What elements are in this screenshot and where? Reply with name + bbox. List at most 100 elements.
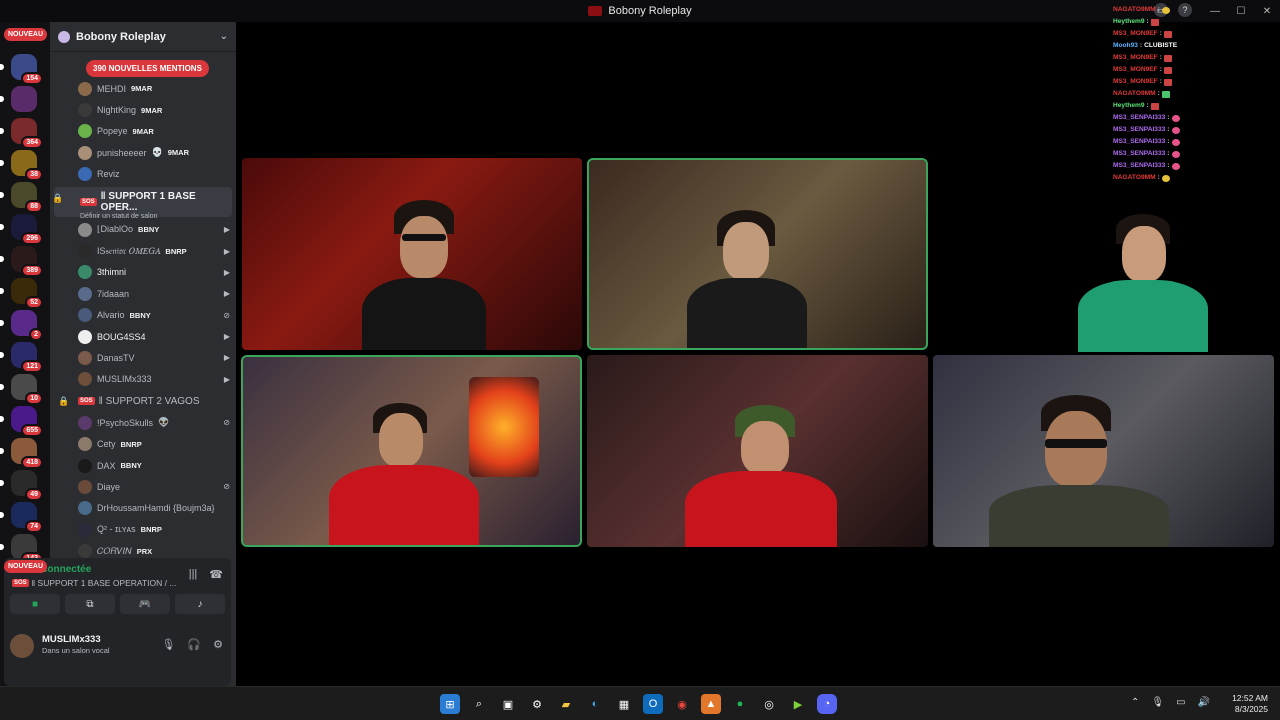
voice-member[interactable]: Diaye ⊘ <box>50 476 236 497</box>
server-icon[interactable]: 88 <box>0 182 43 213</box>
camera-icon: ▶ <box>223 353 230 363</box>
participant-face <box>379 413 423 467</box>
chat-sep: : <box>1139 42 1143 49</box>
server-icon[interactable] <box>0 86 37 112</box>
voice-member[interactable]: Alvario BBNY ⊘ <box>50 305 236 326</box>
avatar <box>78 222 92 237</box>
edge-icon[interactable]: ◐ <box>585 694 605 714</box>
server-icon[interactable]: 52 <box>0 278 43 309</box>
server-icon[interactable]: 296 <box>0 214 43 245</box>
user-panel: MUSLIMx333 Dans un salon vocal 🎙 🎧 ⚙ <box>4 630 231 664</box>
unread-pip <box>0 256 4 262</box>
activity-button[interactable]: 🎮 <box>120 594 170 614</box>
voice-member[interactable]: DAX BBNY <box>50 455 236 476</box>
server-icon[interactable]: 389 <box>0 246 43 277</box>
network-icon[interactable]: ▭ <box>1176 697 1185 708</box>
steam-icon[interactable]: ◎ <box>759 694 779 714</box>
video-tile-speaking[interactable] <box>241 355 582 547</box>
disconnect-icon[interactable]: ☎ <box>209 568 223 581</box>
voice-member[interactable]: MUSLIMx333 ▶ <box>50 369 236 390</box>
chevron-up-icon[interactable]: ⌃ <box>1131 697 1139 708</box>
voice-member[interactable]: ⌊DiablOo BBNY ▶ <box>50 219 236 240</box>
chrome-icon[interactable]: ◉ <box>672 694 692 714</box>
video-tile[interactable] <box>587 355 928 547</box>
emote-icon <box>1163 78 1172 86</box>
discord-icon[interactable]: ◔ <box>817 694 837 714</box>
server-icon[interactable]: 10 <box>0 374 43 405</box>
new-pill-top[interactable]: NOUVEAU <box>4 28 48 41</box>
video-tile[interactable] <box>1068 212 1218 352</box>
alien-icon: 👽 <box>158 417 170 428</box>
server-header[interactable]: Bobony Roleplay ⌄ <box>50 22 236 52</box>
video-tile[interactable] <box>242 158 582 350</box>
store-icon[interactable]: ▦ <box>614 694 634 714</box>
voice-channel[interactable]: 🔒 SOS ‖ SUPPORT 2 VAGOS <box>50 390 236 412</box>
deafened-icon: ⊘ <box>223 418 230 428</box>
task-view-icon[interactable]: ▣ <box>498 694 518 714</box>
server-icon[interactable]: 364 <box>0 118 43 149</box>
voice-member[interactable]: Popeye 9MAR <box>50 121 236 142</box>
microphone-tray-icon[interactable]: 🎙 <box>1151 697 1164 708</box>
voice-member[interactable]: NightKing 9MAR <box>50 99 236 120</box>
member-name: DAX <box>97 460 116 471</box>
avatar[interactable] <box>10 634 34 658</box>
outlook-icon[interactable]: O <box>643 694 663 714</box>
server-icon[interactable]: 418 <box>0 438 43 469</box>
server-icon[interactable]: 2 <box>0 310 43 341</box>
chat-user: MS3_SENPAI333 <box>1113 126 1166 133</box>
screen-share-button[interactable]: ⧉ <box>65 594 115 614</box>
file-explorer-icon[interactable]: ▰ <box>556 694 576 714</box>
video-tile[interactable] <box>933 355 1274 547</box>
server-icon[interactable]: 49 <box>0 470 43 501</box>
spotify-icon[interactable]: ● <box>730 694 750 714</box>
soundboard-button[interactable]: ♪ <box>175 594 225 614</box>
microphone-icon[interactable]: 🎙 <box>161 638 175 651</box>
voice-member[interactable]: BOUG4SS4 ▶ <box>50 326 236 347</box>
server-icon[interactable]: 38 <box>0 150 43 181</box>
server-icon[interactable]: 655 <box>0 406 43 437</box>
media-player-icon[interactable]: ▶ <box>788 694 808 714</box>
emote-icon <box>1171 114 1180 122</box>
voice-member[interactable]: punisheeeer 💀 9MAR <box>50 142 236 163</box>
participant-shirt <box>362 278 486 350</box>
user-name[interactable]: MUSLIMx333 <box>42 634 101 645</box>
member-name: Q² - ɪʟʏᴀꜱ <box>97 524 136 535</box>
member-name: Alvario <box>97 310 125 321</box>
app-icon[interactable]: ▲ <box>701 694 721 714</box>
avatar <box>78 244 92 259</box>
close-icon[interactable]: ✕ <box>1254 0 1280 22</box>
server-icon[interactable]: 121 <box>0 342 43 373</box>
voice-member[interactable]: 7idaaan ▶ <box>50 283 236 304</box>
video-tile-speaking[interactable] <box>587 158 928 350</box>
volume-icon[interactable]: 🔊 <box>1198 697 1210 708</box>
voice-member[interactable]: !PsychoSkulls 👽 ⊘ <box>50 412 236 433</box>
voice-member[interactable]: Cety BNRP <box>50 433 236 454</box>
mentions-pill[interactable]: 390 NOUVELLES MENTIONS <box>86 60 209 77</box>
voice-channel-active[interactable]: 🔒 SOS ‖ SUPPORT 1 BASE OPER... Définir un… <box>52 186 232 220</box>
member-name: 7idaaan <box>97 288 130 299</box>
voice-member[interactable]: DanasTV ▶ <box>50 347 236 368</box>
new-pill-bottom[interactable]: NOUVEAU <box>4 560 48 573</box>
voice-member[interactable]: 3thimni ▶ <box>50 262 236 283</box>
settings-icon[interactable]: ⚙ <box>527 694 547 714</box>
server-icon[interactable]: 74 <box>0 502 43 533</box>
windows-start-icon[interactable]: ⊞ <box>440 694 460 714</box>
member-tag: BNRP <box>165 246 187 256</box>
settings-gear-icon[interactable]: ⚙ <box>213 638 223 651</box>
chat-line: NAGATO9MM : <box>1113 4 1233 16</box>
camera-button[interactable]: ■ <box>10 594 60 614</box>
clock[interactable]: 12:52 AM 8/3/2025 <box>1232 693 1268 715</box>
voice-member[interactable]: ΙS𝔰𝔢𝔫𝔦𝔬𝔯 𝑂𝑀𝐸𝐺𝐴 BNRP ▶ <box>50 240 236 261</box>
server-icon[interactable]: 143 <box>0 534 43 565</box>
voice-member[interactable]: Q² - ɪʟʏᴀꜱ BNRP <box>50 519 236 540</box>
server-icon[interactable]: 154 <box>0 54 43 85</box>
lock-icon: 🔒 <box>52 192 64 203</box>
search-icon[interactable]: ⌕ <box>469 694 489 714</box>
voice-member[interactable]: DrHoussamHamdi {Boujm3a} <box>50 498 236 519</box>
voice-channel-link[interactable]: SOS ‖ SUPPORT 1 BASE OPERATION / ... <box>12 578 176 588</box>
headphones-icon[interactable]: 🎧 <box>187 638 201 651</box>
voice-member[interactable]: MEHDI 9MAR <box>50 78 236 99</box>
voice-member[interactable]: Reviz <box>50 164 236 185</box>
noise-suppression-icon[interactable]: ||| <box>189 568 198 581</box>
chat-line: MS3_SENPAI333 : <box>1113 124 1233 136</box>
